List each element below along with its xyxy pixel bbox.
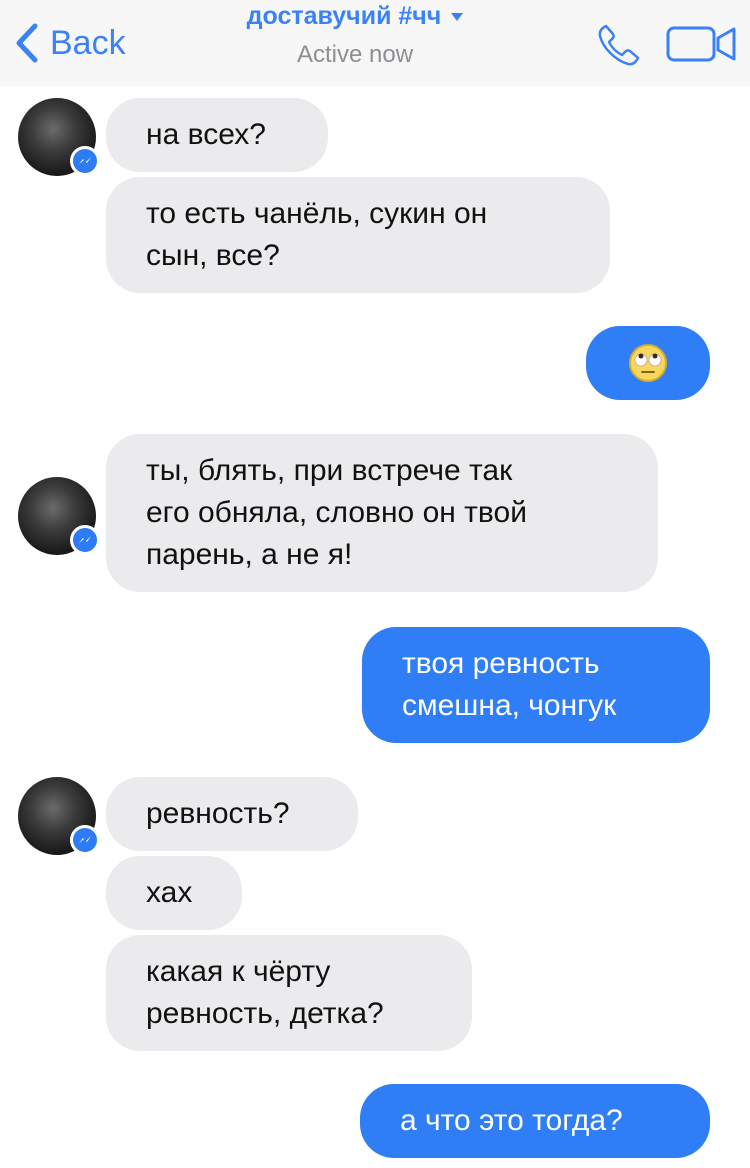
- face-with-rolling-eyes-icon: [629, 344, 667, 382]
- call-button[interactable]: [596, 22, 642, 68]
- outgoing-message-bubble[interactable]: твоя ревность смешна, чонгук: [362, 627, 710, 743]
- incoming-message-bubble[interactable]: то есть чанёль, сукин он сын, все?: [106, 177, 610, 293]
- video-camera-icon: [666, 26, 736, 62]
- outgoing-message-bubble[interactable]: а что это тогда?: [360, 1084, 710, 1158]
- messenger-badge-icon: [70, 825, 100, 855]
- incoming-message-bubble[interactable]: хах: [106, 856, 242, 930]
- chevron-left-icon: [16, 23, 38, 63]
- back-button[interactable]: Back: [14, 20, 126, 66]
- incoming-message-bubble[interactable]: ты, блять, при встрече так его обняла, с…: [106, 434, 658, 592]
- incoming-message-bubble[interactable]: ревность?: [106, 777, 358, 851]
- contact-name: доставучий #чч: [246, 2, 442, 30]
- incoming-message-bubble[interactable]: на всех?: [106, 98, 328, 172]
- chat-header: Back доставучий #чч Active now: [0, 0, 750, 86]
- messenger-badge-icon: [70, 525, 100, 555]
- active-status: Active now: [296, 41, 414, 68]
- contact-avatar[interactable]: [18, 777, 100, 855]
- back-label: Back: [50, 24, 126, 62]
- contact-avatar[interactable]: [18, 98, 100, 176]
- video-call-button[interactable]: [666, 24, 738, 64]
- outgoing-message-bubble[interactable]: [586, 326, 710, 400]
- messenger-badge-icon: [70, 146, 100, 176]
- incoming-message-bubble[interactable]: какая к чёрту ревность, детка?: [106, 935, 472, 1051]
- contact-avatar[interactable]: [18, 477, 100, 555]
- caret-down-icon: [451, 12, 464, 21]
- phone-icon: [598, 24, 640, 66]
- conversation-title[interactable]: доставучий #чч Active now: [180, 0, 530, 69]
